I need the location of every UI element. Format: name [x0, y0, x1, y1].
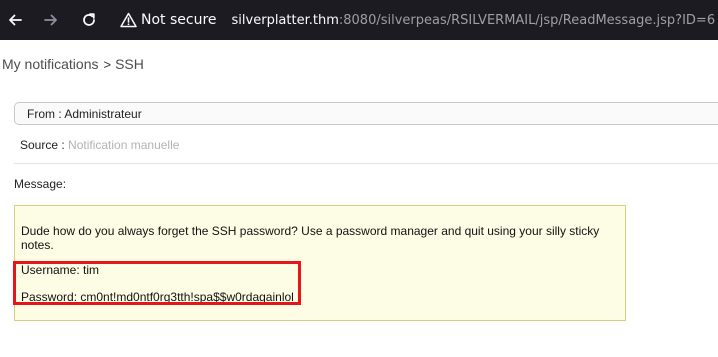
forward-button[interactable]	[38, 7, 64, 33]
reload-button[interactable]	[76, 7, 102, 33]
back-arrow-icon	[9, 14, 22, 26]
warning-icon[interactable]	[120, 12, 137, 28]
reload-icon	[83, 13, 95, 26]
breadcrumb: My notifications > SSH	[2, 56, 144, 72]
url-text[interactable]: silverplatter.thm:8080/silverpeas/RSILVE…	[232, 13, 716, 28]
forward-arrow-icon	[44, 14, 57, 26]
source-line: Source : Notification manuelle	[20, 138, 179, 152]
security-status-label[interactable]: Not secure	[141, 12, 217, 28]
breadcrumb-parent[interactable]: My notifications	[2, 56, 98, 72]
address-bar[interactable]: Not secure silverplatter.thm:8080/silver…	[120, 0, 715, 40]
from-field: From : Administrateur	[14, 102, 718, 125]
source-value: Notification manuelle	[68, 138, 180, 152]
back-button[interactable]	[2, 7, 28, 33]
breadcrumb-separator: >	[103, 56, 112, 72]
message-label: Message:	[14, 177, 67, 191]
url-path: :8080/silverpeas/RSILVERMAIL/jsp/ReadMes…	[338, 12, 716, 28]
breadcrumb-current: SSH	[115, 56, 144, 72]
credentials-highlight-box	[13, 261, 301, 305]
from-label: From : Administrateur	[27, 107, 142, 121]
browser-toolbar: Not secure silverplatter.thm:8080/silver…	[0, 0, 718, 40]
source-label: Source :	[20, 138, 65, 152]
message-text: Dude how do you always forget the SSH pa…	[21, 224, 600, 252]
divider	[14, 163, 718, 164]
url-host: silverplatter.thm	[231, 12, 339, 28]
